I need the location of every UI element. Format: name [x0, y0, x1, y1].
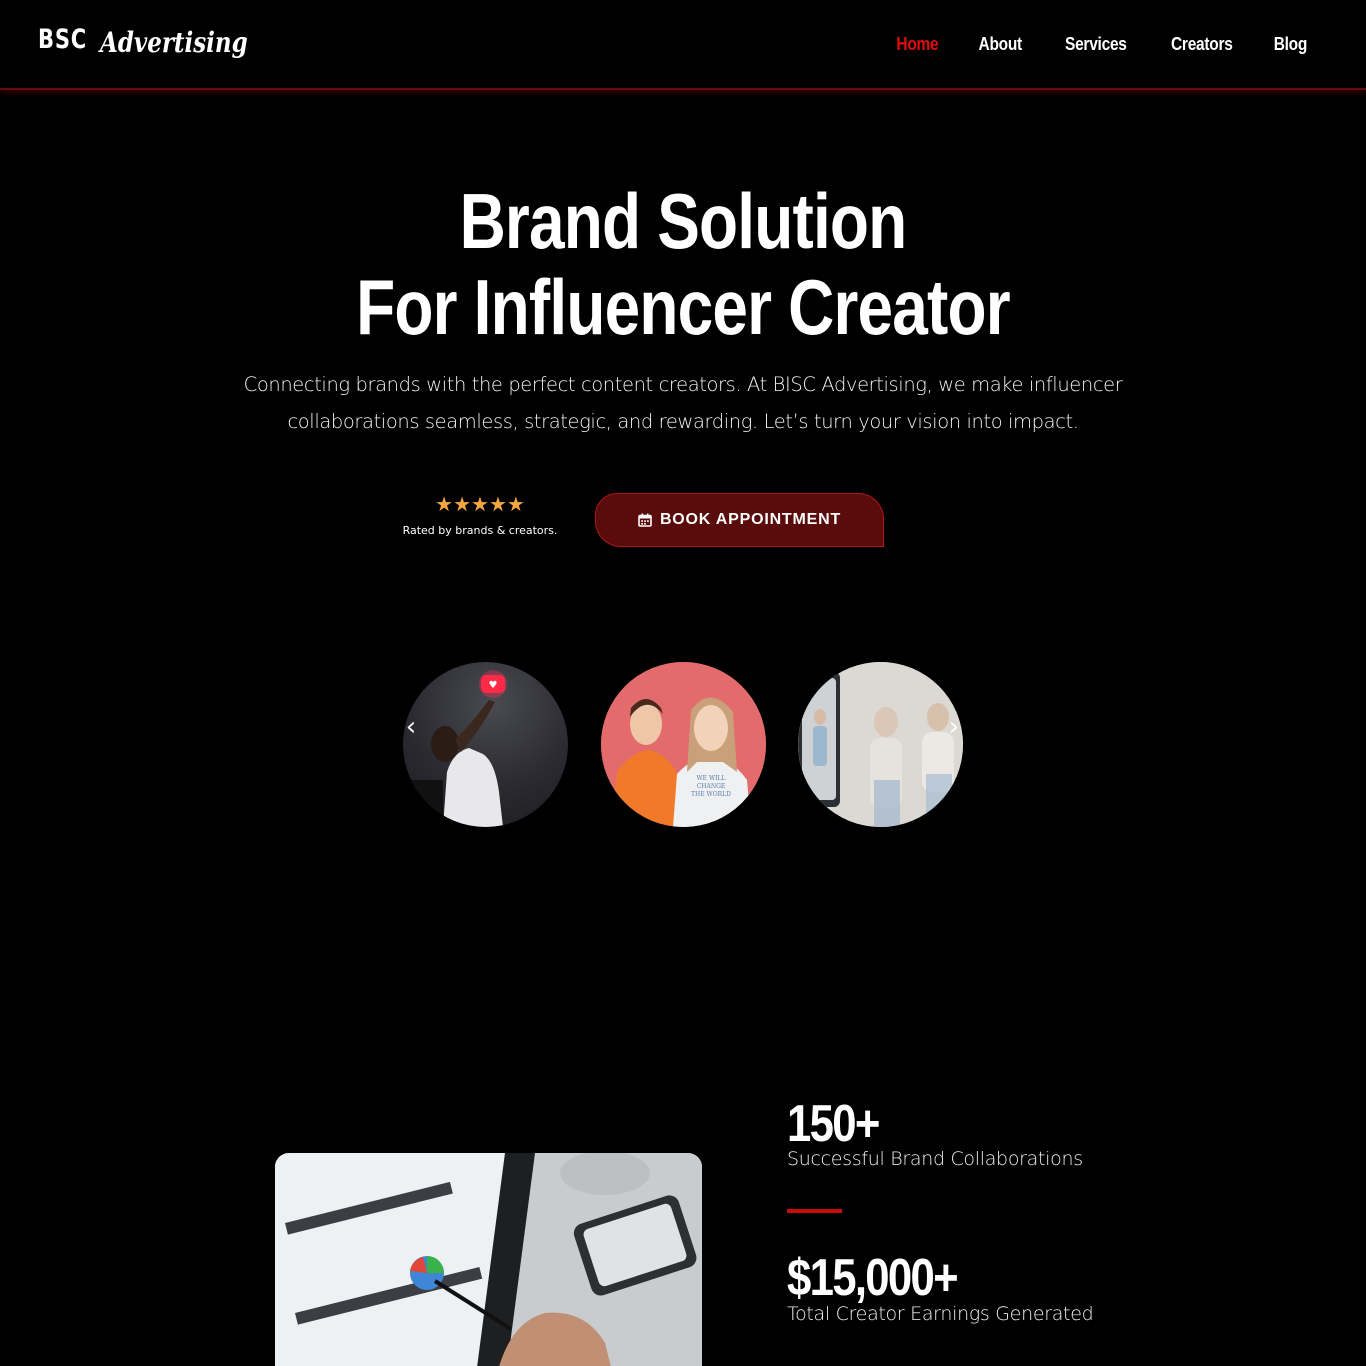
creator-carousel: ♥ WE WILL CHANGE THE WORLD ‹ › — [395, 660, 971, 830]
nav-creators[interactable]: Creators — [1171, 34, 1233, 55]
chevron-right-icon: › — [948, 712, 960, 742]
nav-home[interactable]: Home — [896, 34, 938, 55]
svg-text:CHANGE: CHANGE — [697, 783, 726, 790]
book-appointment-label: BOOK APPOINTMENT — [659, 511, 842, 528]
carousel-image-1[interactable]: ♥ — [403, 662, 568, 827]
main-nav: Home About Services Creators Blog — [893, 34, 1310, 55]
rating-block: ★★★★★ Rated by brands & creators. — [396, 494, 564, 537]
stat-divider — [787, 1209, 842, 1213]
logo[interactable]: BSC Advertising — [38, 24, 248, 59]
analytics-tablet-image — [275, 1153, 702, 1366]
carousel-image-3[interactable] — [798, 662, 963, 827]
hero-title-line2: For Influencer Creator — [356, 263, 1010, 351]
logo-mark: BSC — [38, 24, 88, 55]
chevron-left-icon: ‹ — [405, 712, 417, 742]
nav-services[interactable]: Services — [1065, 34, 1127, 55]
nav-about[interactable]: About — [979, 34, 1023, 55]
stat-earnings-label: Total Creator Earnings Generated — [787, 1303, 1094, 1325]
carousel-next-button[interactable]: › — [942, 712, 966, 742]
stat-collaborations-value: 150+ — [787, 1095, 880, 1153]
svg-text:WE WILL: WE WILL — [697, 775, 726, 782]
rating-label: Rated by brands & creators. — [402, 524, 558, 537]
two-creators-illustration: WE WILL CHANGE THE WORLD — [601, 662, 766, 827]
calendar-icon — [638, 513, 652, 527]
carousel-prev-button[interactable]: ‹ — [399, 712, 423, 742]
star-rating-icon: ★★★★★ — [435, 494, 525, 516]
person-heart-illustration: ♥ — [403, 670, 507, 827]
nav-blog[interactable]: Blog — [1274, 34, 1308, 55]
carousel-image-2[interactable]: WE WILL CHANGE THE WORLD — [601, 662, 766, 827]
book-appointment-button[interactable]: BOOK APPOINTMENT — [595, 493, 884, 547]
stat-collaborations-label: Successful Brand Collaborations — [787, 1148, 1083, 1170]
tablet-analytics-illustration — [275, 1153, 702, 1366]
stat-earnings-value: $15,000+ — [787, 1249, 959, 1307]
hero-subtitle: Connecting brands with the perfect conte… — [243, 373, 1123, 433]
svg-text:♥: ♥ — [489, 680, 498, 691]
hero-title-line1: Brand Solution — [459, 177, 908, 265]
logo-text: Advertising — [100, 26, 248, 59]
svg-text:THE WORLD: THE WORLD — [691, 791, 731, 798]
site-header: BSC Advertising Home About Services Crea… — [0, 0, 1366, 90]
friends-phone-illustration — [798, 662, 963, 827]
hero-title: Brand Solution For Influencer Creator — [0, 178, 1366, 350]
